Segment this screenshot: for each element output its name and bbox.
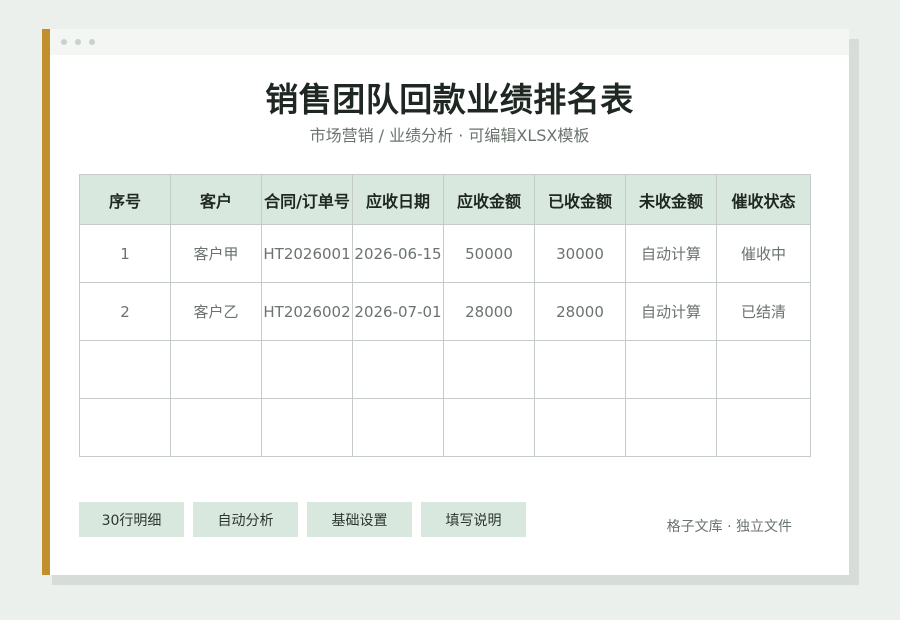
window-dot-2 — [75, 39, 81, 45]
table-cell[interactable] — [443, 398, 535, 457]
table-cell[interactable] — [79, 398, 171, 457]
header-customer: 客户 — [170, 174, 262, 225]
basic-settings-button[interactable]: 基础设置 — [307, 502, 412, 537]
header-collection-status: 催收状态 — [716, 174, 811, 225]
table-cell[interactable] — [534, 340, 626, 399]
header-contract: 合同/订单号 — [261, 174, 353, 225]
table-row: 2 客户乙 HT2026002 2026-07-01 28000 28000 自… — [79, 282, 811, 341]
table-cell[interactable] — [261, 398, 353, 457]
table-cell[interactable]: HT2026002 — [261, 282, 353, 341]
table-row — [79, 340, 811, 399]
table-header-row: 序号 客户 合同/订单号 应收日期 应收金额 已收金额 未收金额 催收状态 — [79, 174, 811, 225]
header-due-date: 应收日期 — [352, 174, 444, 225]
table-cell[interactable]: 自动计算 — [625, 224, 717, 283]
page-title: 销售团队回款业绩排名表 — [265, 80, 634, 119]
accent-bar — [42, 29, 50, 575]
details-30-rows-button[interactable]: 30行明细 — [79, 502, 184, 537]
table-cell[interactable]: 1 — [79, 224, 171, 283]
table-cell[interactable] — [352, 398, 444, 457]
table-cell[interactable] — [716, 340, 811, 399]
table-cell[interactable] — [716, 398, 811, 457]
table-cell[interactable] — [170, 398, 262, 457]
table-row: 1 客户甲 HT2026001 2026-06-15 50000 30000 自… — [79, 224, 811, 283]
auto-analysis-button[interactable]: 自动分析 — [193, 502, 298, 537]
table-cell[interactable]: 2026-07-01 — [352, 282, 444, 341]
table-cell[interactable] — [534, 398, 626, 457]
table-cell[interactable] — [170, 340, 262, 399]
table-cell[interactable]: 客户甲 — [170, 224, 262, 283]
table-cell[interactable]: 已结清 — [716, 282, 811, 341]
table-cell[interactable]: 28000 — [443, 282, 535, 341]
instructions-button[interactable]: 填写说明 — [421, 502, 526, 537]
page-subtitle: 市场营销 / 业绩分析 · 可编辑XLSX模板 — [309, 126, 590, 145]
header-amount-outstanding: 未收金额 — [625, 174, 717, 225]
table-cell[interactable]: 催收中 — [716, 224, 811, 283]
table-cell[interactable] — [625, 398, 717, 457]
table-cell[interactable]: 2026-06-15 — [352, 224, 444, 283]
data-table: 序号 客户 合同/订单号 应收日期 应收金额 已收金额 未收金额 催收状态 1 … — [79, 174, 811, 457]
header-amount-due: 应收金额 — [443, 174, 535, 225]
footer-credit: 格子文库 · 独立文件 — [666, 519, 792, 535]
header-amount-received: 已收金额 — [534, 174, 626, 225]
table-row — [79, 398, 811, 457]
window-dot-3 — [89, 39, 95, 45]
table-cell[interactable]: 30000 — [534, 224, 626, 283]
table-cell[interactable] — [79, 340, 171, 399]
table-cell[interactable] — [443, 340, 535, 399]
table-cell[interactable]: 2 — [79, 282, 171, 341]
table-cell[interactable] — [352, 340, 444, 399]
table-cell[interactable]: 自动计算 — [625, 282, 717, 341]
window-titlebar — [50, 29, 849, 55]
document-card: 销售团队回款业绩排名表 市场营销 / 业绩分析 · 可编辑XLSX模板 序号 客… — [50, 29, 849, 575]
header-index: 序号 — [79, 174, 171, 225]
table-cell[interactable]: 50000 — [443, 224, 535, 283]
table-cell[interactable] — [625, 340, 717, 399]
table-cell[interactable]: 客户乙 — [170, 282, 262, 341]
table-cell[interactable] — [261, 340, 353, 399]
table-cell[interactable]: 28000 — [534, 282, 626, 341]
window-dot-1 — [61, 39, 67, 45]
table-cell[interactable]: HT2026001 — [261, 224, 353, 283]
